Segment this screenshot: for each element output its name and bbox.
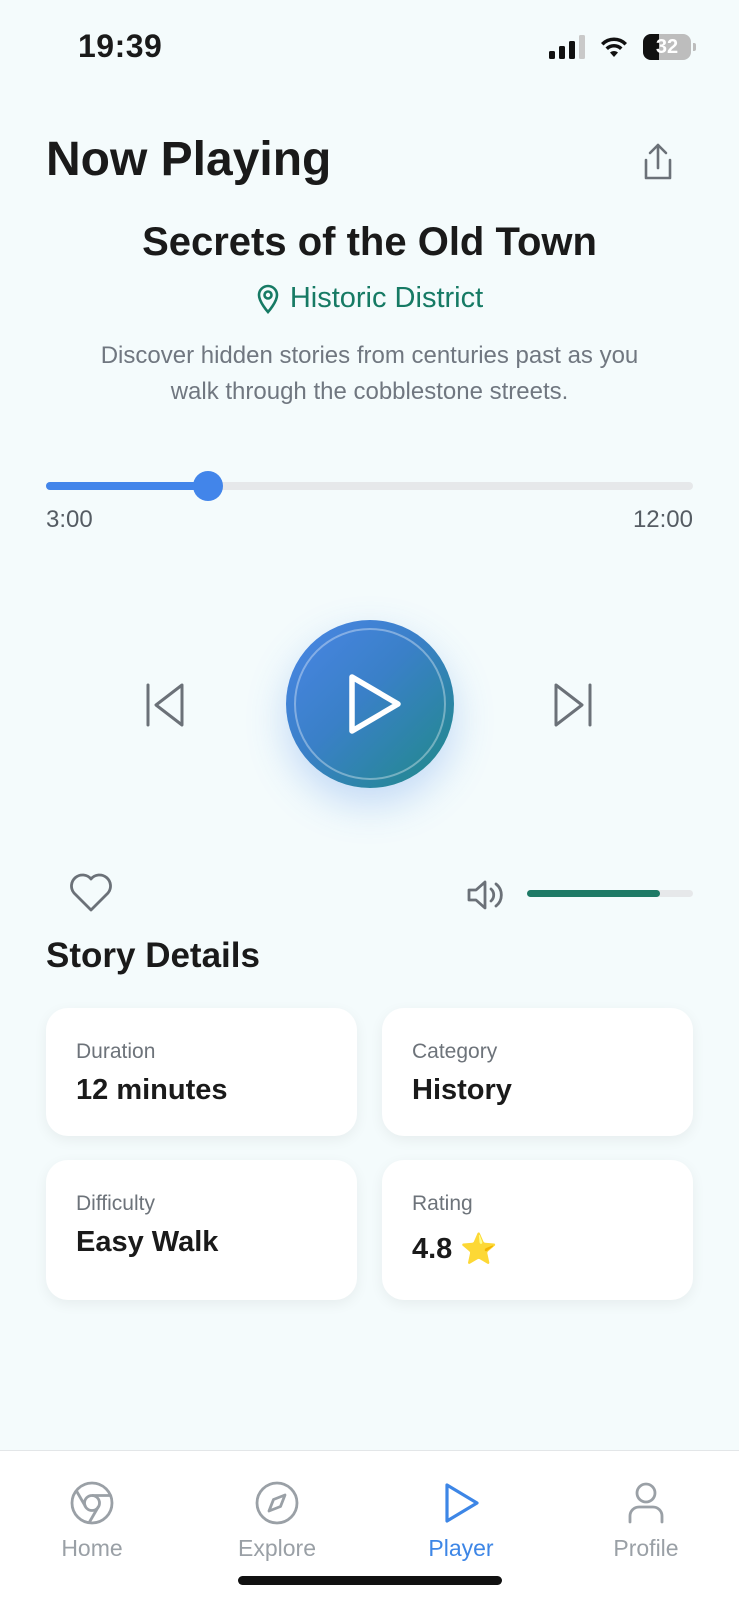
skip-back-icon [146, 683, 184, 727]
tab-label: Player [428, 1535, 494, 1561]
tab-player[interactable]: Player [386, 1477, 536, 1562]
tab-profile[interactable]: Profile [571, 1477, 721, 1562]
tab-label: Explore [238, 1535, 316, 1561]
card-label: Difficulty [76, 1192, 155, 1215]
current-time: 3:00 [46, 506, 93, 533]
card-label: Rating [412, 1192, 473, 1215]
card-value: History [412, 1074, 512, 1106]
cellular-signal-icon [549, 35, 585, 59]
status-bar: 19:39 32 [0, 0, 739, 100]
volume-fill [527, 890, 660, 897]
tab-label: Profile [613, 1535, 679, 1561]
card-label: Duration [76, 1040, 156, 1063]
share-icon [644, 143, 672, 180]
status-time: 19:39 [78, 28, 163, 64]
card-label: Category [412, 1040, 498, 1063]
progress-thumb[interactable] [192, 471, 223, 501]
compass-icon [255, 1481, 299, 1525]
chrome-icon [70, 1481, 114, 1525]
story-location: Historic District [0, 282, 739, 315]
location-label: Historic District [289, 282, 484, 314]
skip-forward-icon [554, 683, 592, 727]
tab-label: Home [61, 1535, 123, 1561]
tab-home[interactable]: Home [17, 1477, 167, 1562]
play-icon [445, 1483, 479, 1523]
progress-fill [46, 482, 208, 490]
next-button[interactable] [548, 680, 598, 730]
map-pin-icon [257, 284, 279, 314]
heart-icon [70, 873, 112, 912]
tab-explore[interactable]: Explore [202, 1477, 352, 1562]
progress-slider[interactable] [46, 471, 693, 501]
volume-slider[interactable] [527, 890, 693, 897]
story-details-heading: Story Details [46, 936, 260, 975]
story-description: Discover hidden stories from centuries p… [100, 342, 639, 405]
user-icon [628, 1482, 664, 1524]
volume-icon[interactable] [466, 878, 506, 912]
play-button[interactable] [286, 620, 454, 788]
page-title: Now Playing [46, 133, 332, 186]
battery-level: 32 [655, 35, 679, 58]
story-title: Secrets of the Old Town [142, 220, 597, 264]
wifi-icon [601, 37, 627, 57]
rating-card: Rating 4.8 ⭐ [382, 1160, 693, 1300]
previous-button[interactable] [140, 680, 190, 730]
status-icons: 32 [549, 34, 696, 60]
category-card: Category History [382, 1008, 693, 1136]
card-value: 4.8 ⭐ [412, 1233, 498, 1266]
duration-card: Duration 12 minutes [46, 1008, 357, 1136]
battery-icon: 32 [643, 34, 696, 60]
star-icon: ⭐ [460, 1233, 498, 1266]
favorite-button[interactable] [68, 872, 114, 914]
home-indicator [238, 1576, 502, 1585]
card-value: Easy Walk [76, 1226, 219, 1258]
difficulty-card: Difficulty Easy Walk [46, 1160, 357, 1300]
share-button[interactable] [636, 140, 680, 184]
card-value: 12 minutes [76, 1074, 228, 1106]
total-time: 12:00 [632, 506, 693, 533]
